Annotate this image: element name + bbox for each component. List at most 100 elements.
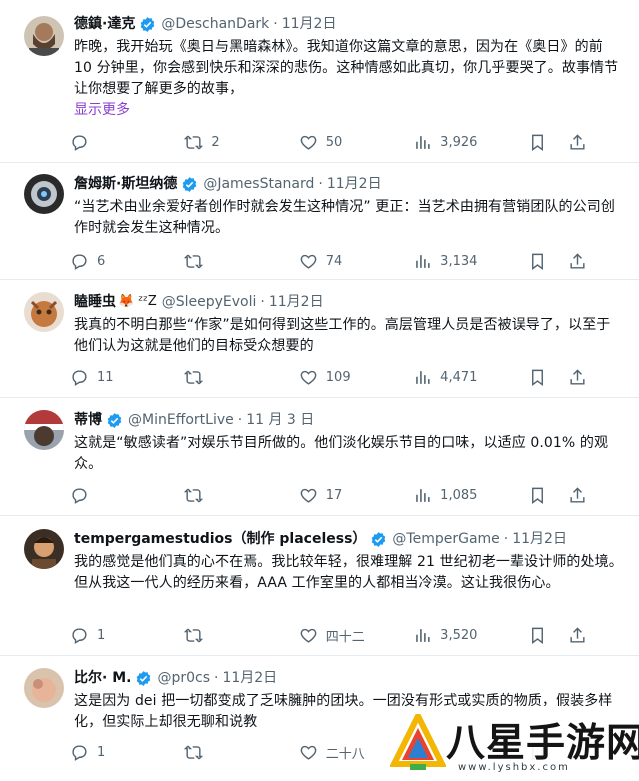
views-icon: [416, 488, 430, 502]
bookmark-button[interactable]: [528, 368, 550, 387]
tweet[interactable]: 德鎮·達克 @DeschanDark · 11月2日 昨晚，我开始玩《奥日与黑暗…: [0, 0, 639, 163]
like-count: 50: [325, 134, 343, 150]
share-icon: [570, 368, 585, 385]
views-button[interactable]: 3,520: [413, 626, 509, 645]
heart-icon: [300, 135, 317, 150]
views-button[interactable]: 3,134: [413, 252, 509, 271]
watermark-url: www.lyshbx.com: [458, 762, 570, 773]
retweet-button[interactable]: [184, 368, 280, 387]
reply-icon: [72, 369, 87, 386]
author-handle[interactable]: @DeschanDark: [161, 14, 269, 34]
tweet[interactable]: tempergamestudios（制作 placeless） @TemperG…: [0, 516, 639, 656]
heart-icon: [300, 254, 317, 269]
author-handle[interactable]: @MinEffortLive: [128, 410, 234, 430]
bookmark-button[interactable]: [528, 486, 550, 505]
like-button[interactable]: 50: [299, 133, 395, 152]
separator-dot: ·: [214, 670, 219, 686]
like-count: 二十八: [325, 746, 365, 762]
reply-button[interactable]: 1: [70, 743, 166, 762]
reply-button[interactable]: 6: [70, 252, 166, 271]
retweet-button[interactable]: 2: [184, 133, 280, 152]
retweet-button[interactable]: [184, 252, 280, 271]
avatar[interactable]: [24, 174, 64, 214]
tweet[interactable]: 蒂博 @MinEffortLive · 11 月 3 日 这就是“敏感读者”对娱…: [0, 398, 639, 516]
share-icon: [570, 252, 585, 269]
tweet-date[interactable]: 11月2日: [269, 292, 324, 312]
like-count: 17: [325, 487, 343, 503]
bookmark-icon: [531, 487, 543, 504]
author-name[interactable]: 蒂博: [74, 410, 102, 430]
bookmark-icon: [531, 627, 543, 644]
retweet-button[interactable]: [184, 486, 280, 505]
separator-dot: ·: [273, 16, 278, 32]
author-name[interactable]: 詹姆斯·斯坦纳德: [74, 174, 177, 194]
bookmark-icon: [531, 134, 543, 151]
avatar[interactable]: [24, 16, 64, 56]
share-button[interactable]: [568, 626, 590, 645]
heart-icon: [300, 488, 317, 503]
verified-badge-icon: [135, 670, 152, 687]
tweet-actions: 11 109 4,471: [70, 366, 590, 388]
retweet-button[interactable]: [184, 743, 280, 762]
retweet-icon: [184, 254, 204, 268]
like-button[interactable]: 二十八: [299, 743, 395, 762]
bookmark-button[interactable]: [528, 252, 550, 271]
watermark-title: 八星手游网: [446, 721, 639, 766]
show-more-link[interactable]: 显示更多: [74, 100, 623, 121]
like-button[interactable]: 109: [299, 368, 395, 387]
author-name[interactable]: 比尔· M.: [74, 668, 131, 688]
views-icon: [416, 135, 430, 149]
like-button[interactable]: 四十二: [299, 626, 395, 645]
like-button[interactable]: 17: [299, 486, 395, 505]
tweet-actions: 2 50 3,926: [70, 131, 590, 153]
views-button[interactable]: 4,471: [413, 368, 509, 387]
views-button[interactable]: 1,085: [413, 486, 509, 505]
bookmark-button[interactable]: [528, 626, 550, 645]
reply-count: 1: [97, 627, 106, 643]
reply-button[interactable]: 1: [70, 626, 166, 645]
author-handle[interactable]: @SleepyEvoli: [162, 292, 257, 312]
tweet[interactable]: 詹姆斯·斯坦纳德 @JamesStanard · 11月2日 “当艺术由业余爱好…: [0, 163, 639, 280]
author-handle[interactable]: @TemperGame: [392, 529, 499, 549]
author-name[interactable]: 德鎮·達克: [74, 14, 135, 34]
avatar[interactable]: [24, 410, 64, 450]
tweet-date[interactable]: 11月2日: [282, 14, 337, 34]
reply-button[interactable]: [70, 133, 166, 152]
retweet-icon: [184, 628, 204, 642]
share-button[interactable]: [568, 252, 590, 271]
bookmark-button[interactable]: [528, 133, 550, 152]
retweet-count: 2: [211, 134, 220, 150]
reply-button[interactable]: [70, 486, 166, 505]
share-button[interactable]: [568, 368, 590, 387]
retweet-button[interactable]: [184, 626, 280, 645]
separator-dot: ·: [503, 531, 509, 547]
avatar[interactable]: [24, 529, 64, 569]
view-count: 3,926: [440, 134, 478, 150]
views-button[interactable]: 3,926: [413, 133, 509, 152]
tweet-date[interactable]: 11 月 3 日: [246, 410, 314, 430]
like-button[interactable]: 74: [299, 252, 395, 271]
verified-badge-icon: [106, 412, 123, 429]
author-handle[interactable]: @JamesStanard: [203, 174, 314, 194]
view-count: 3,520: [440, 627, 478, 643]
tweet-date[interactable]: 11月2日: [222, 668, 277, 688]
watermark-logo-icon: [390, 714, 446, 770]
reply-button[interactable]: 11: [70, 368, 166, 387]
tweet-actions: 1 四十二 3,520: [70, 624, 590, 646]
avatar[interactable]: [24, 668, 64, 708]
tweet-date[interactable]: 11月2日: [512, 529, 567, 549]
reply-icon: [72, 487, 87, 504]
share-button[interactable]: [568, 486, 590, 505]
reply-count: 11: [97, 369, 114, 385]
tweet-text: “当艺术由业余爱好者创作时就会发生这种情况” 更正：当艺术由拥有营销团队的公司创…: [74, 199, 615, 236]
avatar[interactable]: [24, 292, 64, 332]
heart-icon: [300, 745, 317, 760]
share-button[interactable]: [568, 133, 590, 152]
heart-icon: [300, 628, 317, 643]
author-handle[interactable]: @pr0cs: [157, 668, 210, 688]
tweet-date[interactable]: 11月2日: [327, 174, 382, 194]
author-name[interactable]: 瞌睡虫: [74, 292, 116, 312]
author-name[interactable]: tempergamestudios（制作 placeless）: [74, 529, 366, 549]
tweet[interactable]: 瞌睡虫 🦊 ᶻᶻZ @SleepyEvoli · 11月2日 我真的不明白那些“…: [0, 280, 639, 398]
name-emoji: 🦊 ᶻᶻZ: [118, 294, 157, 309]
